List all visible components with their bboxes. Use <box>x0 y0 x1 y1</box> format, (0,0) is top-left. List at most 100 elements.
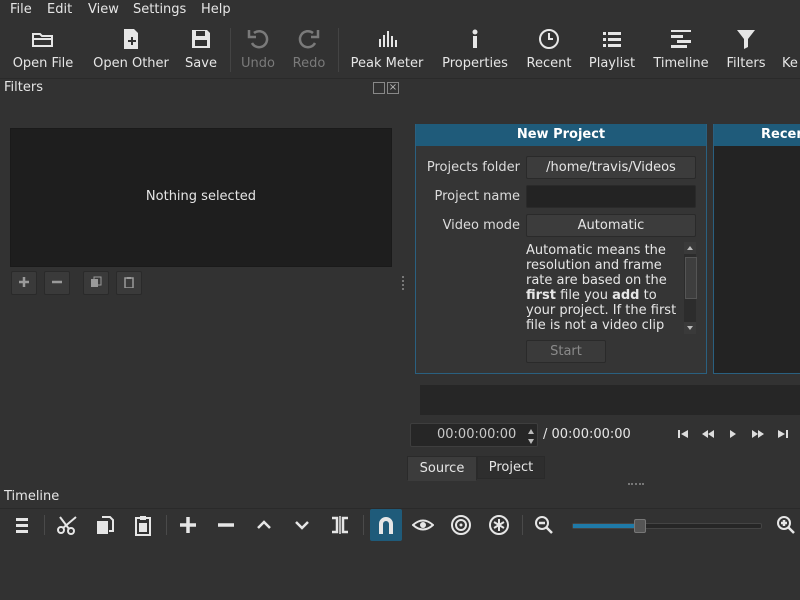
save-button[interactable]: Save <box>180 24 222 76</box>
copy-icon <box>97 516 114 534</box>
zoom-out-button[interactable] <box>529 511 559 539</box>
projects-folder-button[interactable]: /home/travis/Videos <box>526 156 696 179</box>
projects-folder-label: Projects folder <box>426 160 520 175</box>
remove-filter-button[interactable] <box>44 271 70 295</box>
description-scrollbar[interactable] <box>684 242 697 334</box>
open-file-label: Open File <box>12 56 74 71</box>
paste-button[interactable] <box>128 511 158 539</box>
chevron-up-icon <box>257 520 271 529</box>
undo-label: Undo <box>241 56 275 71</box>
video-mode-description: Automatic means the resolution and frame… <box>526 243 684 333</box>
menu-view[interactable]: View <box>88 2 119 17</box>
properties-button[interactable]: Properties <box>438 24 512 76</box>
snap-toggle[interactable] <box>370 509 402 541</box>
zoom-in-button[interactable] <box>771 511 800 539</box>
playlist-button[interactable]: Playlist <box>586 24 638 76</box>
copy-filters-button[interactable] <box>83 271 109 295</box>
copy-button[interactable] <box>90 511 120 539</box>
peak-meter-button[interactable]: Peak Meter <box>346 24 428 76</box>
rewind-icon[interactable] <box>701 428 715 444</box>
clock-icon <box>539 29 559 49</box>
split-icon <box>332 516 348 534</box>
desc-text: file you <box>556 288 613 303</box>
keyframes-label: Ke <box>782 56 798 71</box>
file-add-icon <box>124 29 138 49</box>
start-button[interactable]: Start <box>526 340 606 363</box>
duration-timecode: / 00:00:00:00 <box>543 427 631 442</box>
close-icon[interactable]: × <box>387 82 399 94</box>
scissors-icon <box>57 516 77 535</box>
menu-edit[interactable]: Edit <box>47 2 72 17</box>
ripple-toggle[interactable] <box>446 511 476 539</box>
spin-up-icon[interactable] <box>526 425 536 434</box>
filters-button[interactable]: Filters <box>722 24 770 76</box>
redo-label: Redo <box>292 56 326 71</box>
cut-button[interactable] <box>52 511 82 539</box>
splitter-handle[interactable] <box>402 276 406 290</box>
zoom-slider-handle[interactable] <box>633 519 646 533</box>
scroll-up-arrow[interactable] <box>684 242 696 254</box>
remove-button[interactable] <box>211 511 241 539</box>
tab-project[interactable]: Project <box>477 456 545 479</box>
peak-meter-label: Peak Meter <box>350 56 424 71</box>
undo-button[interactable]: Undo <box>236 24 280 76</box>
properties-label: Properties <box>442 56 508 71</box>
menu-settings[interactable]: Settings <box>133 2 186 17</box>
asterisk-circle-icon <box>489 515 509 535</box>
funnel-icon <box>737 30 755 49</box>
append-button[interactable] <box>173 511 203 539</box>
scrubber-bar[interactable] <box>420 385 800 415</box>
keyframes-button[interactable]: Ke <box>782 24 800 76</box>
timeline-label: Timeline <box>653 56 709 71</box>
scrub-toggle[interactable] <box>408 511 438 539</box>
zoom-slider[interactable] <box>572 519 762 533</box>
zoom-in-icon <box>777 516 795 534</box>
ripple-icon <box>451 515 471 535</box>
arrow-up-icon <box>687 246 693 250</box>
toolbar-separator <box>230 28 231 72</box>
paste-icon <box>124 277 134 288</box>
timeline-tracks-area[interactable] <box>0 543 800 600</box>
filters-list[interactable]: Nothing selected <box>10 128 392 267</box>
menu-help[interactable]: Help <box>201 2 231 17</box>
open-file-button[interactable]: Open File <box>8 24 78 76</box>
timeline-button[interactable]: Timeline <box>648 24 714 76</box>
tab-source[interactable]: Source <box>407 456 477 481</box>
open-other-button[interactable]: Open Other <box>88 24 174 76</box>
arrow-down-icon <box>687 326 693 330</box>
overwrite-button[interactable] <box>287 511 317 539</box>
desc-text: Automatic means the resolution and frame… <box>526 243 667 288</box>
new-project-title: New Project <box>416 124 706 146</box>
undo-icon <box>247 30 269 49</box>
fast-forward-icon[interactable] <box>751 428 765 444</box>
recent-panel[interactable] <box>713 124 800 374</box>
toolbar-separator <box>44 515 45 535</box>
lift-button[interactable] <box>249 511 279 539</box>
magnet-icon <box>379 517 393 534</box>
split-button[interactable] <box>325 511 355 539</box>
nothing-selected-text: Nothing selected <box>145 189 257 204</box>
skip-next-icon[interactable] <box>776 428 790 444</box>
minus-icon <box>218 523 234 527</box>
menu-bar: File Edit View Settings Help <box>0 0 800 20</box>
paste-filters-button[interactable] <box>116 271 142 295</box>
skip-previous-icon[interactable] <box>676 428 690 444</box>
project-name-input[interactable] <box>526 185 696 208</box>
video-mode-label: Video mode <box>442 218 520 233</box>
recent-label: Recent <box>526 56 572 71</box>
redo-button[interactable]: Redo <box>287 24 331 76</box>
float-icon[interactable] <box>373 82 385 94</box>
scroll-down-arrow[interactable] <box>684 322 696 334</box>
zoom-out-icon <box>535 516 553 534</box>
position-timecode: 00:00:00:00 <box>437 427 517 442</box>
recent-button[interactable]: Recent <box>522 24 576 76</box>
add-filter-button[interactable] <box>11 271 37 295</box>
spin-down-icon[interactable] <box>526 435 536 444</box>
scroll-thumb[interactable] <box>685 257 697 299</box>
ripple-all-toggle[interactable] <box>484 511 514 539</box>
play-icon[interactable] <box>726 428 740 444</box>
splitter-handle[interactable] <box>628 483 644 487</box>
video-mode-select[interactable]: Automatic <box>526 214 696 237</box>
menu-file[interactable]: File <box>10 2 32 17</box>
timeline-menu-button[interactable] <box>7 511 37 539</box>
